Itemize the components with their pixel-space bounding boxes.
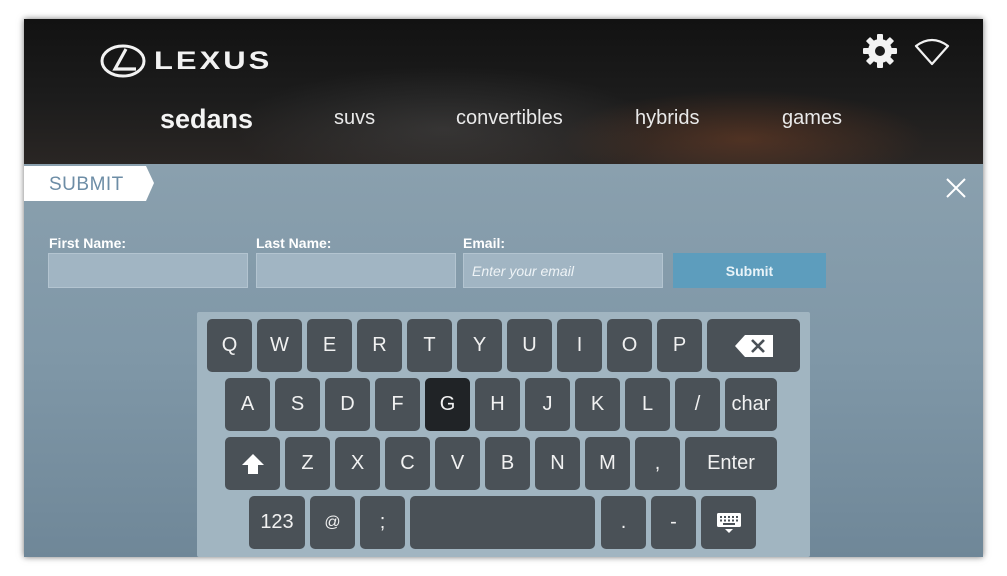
- submit-button[interactable]: Submit: [673, 253, 826, 288]
- email-field[interactable]: [463, 253, 663, 288]
- key-d[interactable]: D: [325, 378, 370, 431]
- email-label: Email:: [463, 235, 506, 251]
- key-comma[interactable]: ,: [635, 437, 680, 490]
- at-key[interactable]: @: [310, 496, 355, 549]
- semicolon-key[interactable]: ;: [360, 496, 405, 549]
- key-w[interactable]: W: [257, 319, 302, 372]
- first-name-field[interactable]: [48, 253, 248, 288]
- shift-icon: [241, 453, 264, 474]
- key-i[interactable]: I: [557, 319, 602, 372]
- nav-item-sedans[interactable]: sedans: [160, 104, 253, 135]
- close-icon[interactable]: [944, 176, 968, 200]
- key-c[interactable]: C: [385, 437, 430, 490]
- key-t[interactable]: T: [407, 319, 452, 372]
- dash-key[interactable]: -: [651, 496, 696, 549]
- key-h[interactable]: H: [475, 378, 520, 431]
- lexus-logo: LEXUS: [100, 43, 272, 79]
- key-j[interactable]: J: [525, 378, 570, 431]
- key-o[interactable]: O: [607, 319, 652, 372]
- key-l[interactable]: L: [625, 378, 670, 431]
- on-screen-keyboard: Q W E R T Y U I O P A S D F G H J K L / …: [197, 312, 810, 557]
- key-a[interactable]: A: [225, 378, 270, 431]
- backspace-icon: [734, 334, 773, 357]
- key-k[interactable]: K: [575, 378, 620, 431]
- gear-icon[interactable]: [862, 33, 898, 69]
- key-g[interactable]: G: [425, 378, 470, 431]
- char-key[interactable]: char: [725, 378, 777, 431]
- lexus-emblem-icon: [100, 44, 146, 78]
- key-y[interactable]: Y: [457, 319, 502, 372]
- key-m[interactable]: M: [585, 437, 630, 490]
- enter-key[interactable]: Enter: [685, 437, 777, 490]
- key-z[interactable]: Z: [285, 437, 330, 490]
- key-e[interactable]: E: [307, 319, 352, 372]
- key-b[interactable]: B: [485, 437, 530, 490]
- shift-key[interactable]: [225, 437, 280, 490]
- key-q[interactable]: Q: [207, 319, 252, 372]
- category-nav: sedans suvs convertibles hybrids games: [24, 104, 983, 147]
- numbers-key[interactable]: 123: [249, 496, 305, 549]
- key-x[interactable]: X: [335, 437, 380, 490]
- hide-keyboard-key[interactable]: [701, 496, 756, 549]
- key-r[interactable]: R: [357, 319, 402, 372]
- key-slash[interactable]: /: [675, 378, 720, 431]
- key-n[interactable]: N: [535, 437, 580, 490]
- submit-tab-label: SUBMIT: [49, 174, 124, 195]
- period-key[interactable]: .: [601, 496, 646, 549]
- keyboard-hide-icon: [716, 512, 741, 533]
- last-name-field[interactable]: [256, 253, 456, 288]
- key-f[interactable]: F: [375, 378, 420, 431]
- lexus-wordmark: LEXUS: [154, 46, 273, 75]
- key-v[interactable]: V: [435, 437, 480, 490]
- header: LEXUS sedans suvs convertibles hybrids g…: [24, 19, 983, 164]
- last-name-label: Last Name:: [256, 235, 332, 251]
- nav-item-suvs[interactable]: suvs: [334, 107, 375, 130]
- backspace-key[interactable]: [707, 319, 800, 372]
- space-key[interactable]: [410, 496, 595, 549]
- wifi-icon[interactable]: [914, 38, 950, 66]
- key-p[interactable]: P: [657, 319, 702, 372]
- app-window: LEXUS sedans suvs convertibles hybrids g…: [24, 19, 983, 557]
- submit-tab: SUBMIT: [24, 166, 154, 201]
- nav-item-games[interactable]: games: [782, 107, 842, 130]
- nav-item-convertibles[interactable]: convertibles: [456, 107, 563, 130]
- key-s[interactable]: S: [275, 378, 320, 431]
- first-name-label: First Name:: [49, 235, 127, 251]
- key-u[interactable]: U: [507, 319, 552, 372]
- submit-panel: SUBMIT First Name: Last Name: Email: Sub…: [24, 164, 983, 557]
- nav-item-hybrids[interactable]: hybrids: [635, 107, 699, 130]
